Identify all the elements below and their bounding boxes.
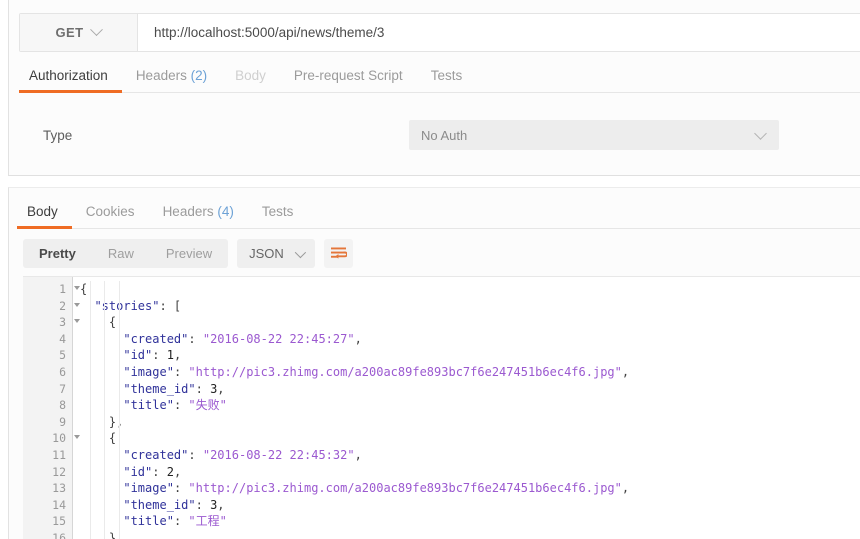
code-line: "image": "http://pic3.zhimg.com/a200ac89…	[123, 481, 630, 496]
code-line: "id": 1,	[123, 348, 182, 363]
gutter-line-number: 7	[59, 381, 66, 396]
view-mode-raw[interactable]: Raw	[92, 239, 150, 268]
tab-pre-request-script-label: Pre-request Script	[293, 68, 403, 83]
tab-tests-label: Tests	[430, 68, 463, 83]
word-wrap-button[interactable]	[323, 239, 353, 268]
tab-response-body[interactable]: Body	[17, 204, 72, 229]
tab-body-label: Body	[235, 68, 266, 83]
response-format-value: JSON	[249, 246, 284, 261]
code-line: }	[80, 530, 117, 539]
url-bar: GET http://localhost:5000/api/news/theme…	[19, 13, 860, 52]
http-method-label: GET	[55, 25, 84, 40]
tab-response-headers[interactable]: Headers (4)	[149, 204, 248, 228]
gutter-line-number: 16	[52, 530, 66, 539]
url-input[interactable]: http://localhost:5000/api/news/theme/3	[138, 14, 860, 51]
chevron-down-icon	[294, 246, 306, 258]
tab-headers[interactable]: Headers (2)	[122, 68, 221, 92]
response-panel: Body Cookies Headers (4) Tests Pretty Ra…	[8, 187, 860, 539]
gutter-line-number: 13	[52, 481, 66, 496]
response-format-select[interactable]: JSON	[237, 239, 315, 268]
chevron-down-icon	[90, 23, 104, 37]
tab-response-cookies-label: Cookies	[85, 204, 135, 219]
request-panel: GET http://localhost:5000/api/news/theme…	[8, 0, 860, 176]
auth-type-value: No Auth	[421, 127, 468, 143]
gutter-line-number: 3	[23, 314, 80, 331]
code-line: "theme_id": 3,	[123, 497, 225, 512]
tab-authorization-label: Authorization	[29, 68, 108, 83]
tab-response-tests-label: Tests	[261, 204, 294, 219]
response-toolbar: Pretty Raw Preview JSON	[23, 239, 353, 268]
view-mode-pretty[interactable]: Pretty	[23, 239, 92, 268]
tab-body[interactable]: Body	[221, 68, 280, 92]
editor-code-area[interactable]: { "stories": [ { "created": "2016-08-22 …	[73, 277, 860, 539]
code-line: {	[80, 315, 117, 330]
view-mode-segmented-control: Pretty Raw Preview	[23, 239, 229, 268]
code-line: "id": 2,	[123, 464, 182, 479]
tab-tests[interactable]: Tests	[417, 68, 477, 92]
tab-response-headers-label: Headers	[162, 204, 214, 219]
postman-window: GET http://localhost:5000/api/news/theme…	[0, 0, 860, 539]
gutter-line-number: 14	[52, 497, 66, 512]
gutter-line-number: 12	[52, 464, 66, 479]
gutter-line-number: 4	[59, 331, 66, 346]
gutter-line-number: 2	[23, 298, 80, 315]
response-tabs: Body Cookies Headers (4) Tests	[17, 196, 860, 229]
code-line: "stories": [	[94, 298, 182, 313]
code-line: {	[80, 282, 88, 296]
tab-headers-label: Headers	[135, 68, 187, 83]
chevron-down-icon	[754, 127, 767, 140]
tab-response-body-label: Body	[27, 204, 58, 219]
gutter-line-number: 8	[59, 398, 66, 413]
gutter-line-number: 1	[23, 281, 80, 298]
gutter-line-number: 10	[23, 430, 80, 447]
tab-response-tests[interactable]: Tests	[248, 204, 308, 228]
gutter-line-number: 11	[52, 447, 66, 462]
tab-response-headers-count: (4)	[217, 204, 234, 219]
code-line: "image": "http://pic3.zhimg.com/a200ac89…	[123, 364, 630, 379]
gutter-line-number: 5	[59, 348, 66, 363]
tab-pre-request-script[interactable]: Pre-request Script	[280, 68, 417, 92]
code-line: "title": "工程"	[123, 514, 227, 529]
code-line: "created": "2016-08-22 22:45:32",	[123, 447, 362, 462]
tab-headers-count: (2)	[190, 68, 208, 83]
view-mode-preview[interactable]: Preview	[150, 239, 228, 268]
code-line: "title": "失败"	[123, 398, 227, 413]
response-code-editor[interactable]: 123456789101112131415161718 { "stories":…	[23, 276, 860, 539]
code-line: "created": "2016-08-22 22:45:27",	[123, 331, 362, 346]
http-method-selector[interactable]: GET	[20, 14, 138, 51]
auth-type-label: Type	[43, 127, 73, 143]
auth-type-select[interactable]: No Auth	[409, 120, 779, 150]
gutter-line-number: 9	[59, 414, 66, 429]
tab-response-cookies[interactable]: Cookies	[72, 204, 149, 228]
code-line: "theme_id": 3,	[123, 381, 225, 396]
editor-gutter: 123456789101112131415161718	[23, 277, 80, 539]
request-tabs: Authorization Headers (2) Body Pre-reque…	[19, 60, 860, 93]
auth-type-row: Type No Auth	[19, 110, 860, 160]
gutter-line-number: 15	[52, 514, 66, 529]
code-line: {	[80, 431, 117, 446]
code-line: },	[80, 414, 124, 429]
word-wrap-icon	[330, 247, 347, 259]
gutter-line-number: 6	[59, 364, 66, 379]
tab-authorization[interactable]: Authorization	[19, 68, 122, 93]
